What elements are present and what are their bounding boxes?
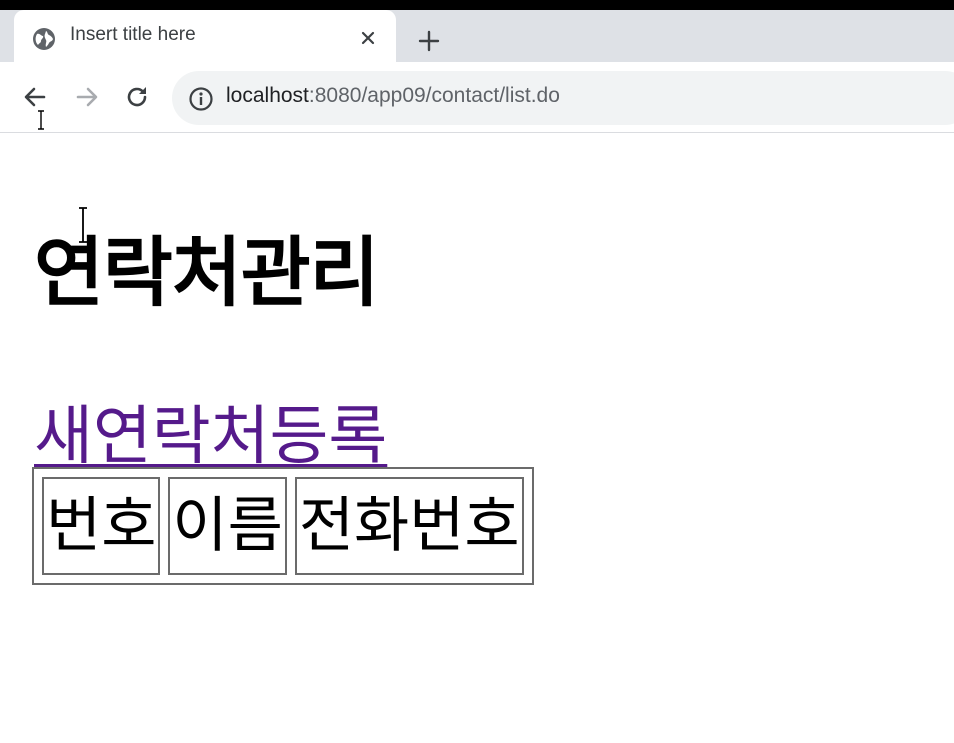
close-icon: [361, 31, 375, 45]
browser-tab[interactable]: Insert title here: [14, 10, 396, 62]
table-header-number: 번호: [42, 477, 161, 575]
table-header-row: 번호 이름 전화번호: [42, 477, 524, 575]
close-tab-button[interactable]: [356, 26, 380, 50]
arrow-right-icon: [76, 87, 98, 107]
new-contact-link[interactable]: 새연락처등록: [34, 385, 387, 477]
back-button[interactable]: [20, 82, 50, 112]
table-header-name: 이름: [168, 477, 287, 575]
tab-title: Insert title here: [70, 24, 196, 45]
info-icon[interactable]: [188, 86, 214, 112]
reload-icon: [127, 87, 147, 107]
reload-button[interactable]: [122, 82, 152, 112]
forward-button[interactable]: [72, 82, 102, 112]
globe-icon: [33, 28, 55, 50]
table-header-phone: 전화번호: [294, 477, 524, 575]
plus-icon: [418, 30, 440, 52]
url-path: :8080/app09/contact/list.do: [308, 84, 560, 107]
arrow-left-icon: [24, 87, 46, 107]
url-host: localhost: [226, 84, 309, 107]
text-cursor-icon: [38, 110, 44, 130]
tab-strip: Insert title here: [0, 10, 954, 62]
new-tab-button[interactable]: [414, 26, 444, 56]
text-cursor-icon: [79, 207, 87, 243]
window-top-bar: [0, 0, 954, 10]
address-url[interactable]: localhost:8080/app09/contact/list.do: [226, 84, 560, 108]
browser-toolbar: localhost:8080/app09/contact/list.do: [0, 62, 954, 133]
page-content: 연락처관리 새연락처등록 번호 이름 전화번호: [0, 133, 954, 743]
contact-table: 번호 이름 전화번호: [32, 467, 534, 585]
